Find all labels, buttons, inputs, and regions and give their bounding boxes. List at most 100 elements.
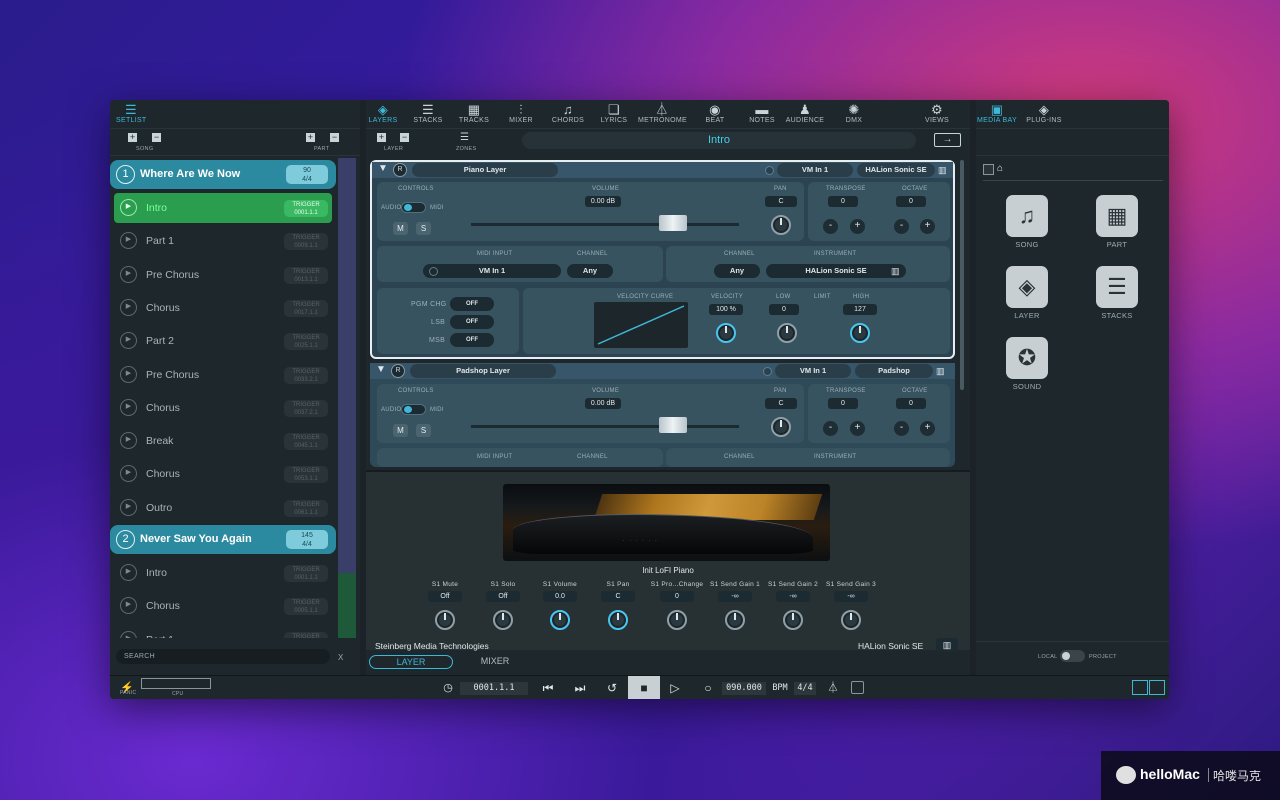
instrument-pill[interactable]: HALion Sonic SE	[857, 163, 935, 177]
part-icon[interactable]: ▦	[1096, 195, 1138, 237]
part-row[interactable]: ▶ Chorus TRIGGER 0017.1.1	[114, 293, 332, 323]
part-row[interactable]: ▶ Chorus TRIGGER 0037.2.1	[114, 393, 332, 423]
layout-right-button[interactable]	[1149, 680, 1165, 695]
select-checkbox[interactable]	[983, 164, 994, 175]
transpose-plus-button[interactable]: +	[850, 219, 865, 234]
part-row[interactable]: ▶ Intro TRIGGER 0001.1.1	[114, 193, 332, 223]
search-input[interactable]: SEARCH	[116, 649, 330, 664]
play-icon[interactable]: ▶	[120, 365, 137, 383]
play-icon[interactable]: ▶	[120, 597, 137, 615]
play-icon[interactable]: ▶	[120, 199, 137, 216]
mute-button[interactable]: M	[393, 222, 408, 235]
tab-metronome[interactable]: ⏃ METRONOME	[638, 103, 687, 125]
mute-button[interactable]: M	[393, 424, 408, 437]
zones-icon[interactable]: ☰	[460, 132, 472, 143]
instrument-keyboard-icon[interactable]: ▥	[891, 266, 900, 277]
tab-tracks[interactable]: ▦ TRACKS	[450, 103, 498, 125]
stacks-icon[interactable]: ☰	[1096, 266, 1138, 308]
bpm-display[interactable]: 090.000	[722, 682, 766, 695]
layer-name[interactable]: Piano Layer	[412, 163, 558, 177]
part-row[interactable]: ▶ Chorus TRIGGER 0005.1.1	[114, 591, 332, 621]
remove-layer-button[interactable]: −	[400, 133, 409, 142]
transpose-minus-button[interactable]: -	[823, 219, 838, 234]
octave-minus-button[interactable]: -	[894, 219, 909, 234]
part-row[interactable]: ▶ Part 1 TRIGGER0009.1.1	[114, 226, 332, 256]
record-arm-button[interactable]: R	[391, 364, 405, 378]
play-icon[interactable]: ▶	[120, 564, 137, 581]
stop-button[interactable]: ■	[628, 676, 660, 699]
setlist-tab[interactable]: ☰ SETLIST	[116, 103, 146, 125]
home-icon[interactable]: ⌂	[997, 163, 1003, 174]
part-row[interactable]: ▶ Intro TRIGGER 0001.1.1	[114, 558, 332, 588]
local-project-toggle[interactable]	[1060, 650, 1085, 662]
param-knob[interactable]	[841, 610, 861, 630]
transpose-plus-button[interactable]: +	[850, 421, 865, 436]
tab-stacks[interactable]: ☰ STACKS	[404, 103, 452, 125]
tab-mixer[interactable]: ⫶ MIXER	[497, 103, 545, 125]
param-knob[interactable]	[608, 610, 628, 630]
metronome-icon[interactable]: ⏃	[826, 680, 840, 696]
part-row[interactable]: ▶ Pre Chorus TRIGGER 0033.2.1	[114, 360, 332, 390]
add-layer-button[interactable]: +	[377, 133, 386, 142]
play-icon[interactable]: ▶	[120, 398, 137, 416]
velocity-curve-graph[interactable]	[594, 302, 688, 348]
forward-button[interactable]: ⏭	[572, 680, 588, 696]
output-channel-select[interactable]: Any	[714, 264, 760, 278]
param-knob[interactable]	[667, 610, 687, 630]
music-note-icon[interactable]: ♫	[1006, 195, 1048, 237]
rewind-button[interactable]: ⏮	[540, 680, 556, 696]
tab-layer[interactable]: LAYER	[369, 655, 453, 669]
keyboard-icon[interactable]: ▥	[938, 165, 947, 176]
collapse-icon[interactable]: ▼	[376, 364, 386, 375]
transpose-minus-button[interactable]: -	[823, 421, 838, 436]
remove-song-button[interactable]: −	[152, 133, 161, 142]
midi-input-pill[interactable]: VM In 1	[775, 364, 851, 378]
tab-views[interactable]: ⚙ VIEWS	[913, 103, 961, 125]
play-icon[interactable]: ▶	[120, 432, 137, 450]
next-part-button[interactable]: →	[934, 133, 961, 147]
song-row[interactable]: 2 Never Saw You Again 145 4/4	[110, 525, 336, 554]
clear-search-button[interactable]: X	[338, 653, 344, 662]
midi-channel-select[interactable]: Any	[567, 264, 613, 278]
play-icon[interactable]: ▶	[120, 332, 137, 350]
solo-button[interactable]: S	[416, 222, 431, 235]
plugins-tab[interactable]: ◈ PLUG-INS	[1024, 103, 1064, 125]
part-row[interactable]: ▶ Outro TRIGGER 0061.1.1	[114, 493, 332, 523]
layout-left-button[interactable]	[1132, 680, 1148, 695]
msb-toggle[interactable]: OFF	[450, 333, 494, 347]
play-icon[interactable]: ▶	[120, 630, 137, 638]
layers-icon[interactable]: ◈	[1006, 266, 1048, 308]
record-button[interactable]: ○	[700, 680, 716, 696]
velocity-knob[interactable]	[716, 323, 736, 343]
part-row[interactable]: ▶ Part 1 TRIGGER0009.1.1	[114, 625, 332, 638]
collapse-icon[interactable]: ▼	[378, 163, 388, 174]
plugin-keyboard-icon[interactable]: ▥	[936, 638, 958, 652]
tab-dmx[interactable]: ✺ DMX	[830, 103, 878, 125]
precount-checkbox[interactable]	[851, 681, 864, 694]
part-row[interactable]: ▶ Break TRIGGER 0045.1.1	[114, 426, 332, 456]
tab-audience[interactable]: ♟ AUDIENCE	[781, 103, 829, 125]
part-row[interactable]: ▶ Chorus TRIGGER 0053.1.1	[114, 459, 332, 489]
param-knob[interactable]	[435, 610, 455, 630]
octave-minus-button[interactable]: -	[894, 421, 909, 436]
instrument-select[interactable]: HALion Sonic SE	[766, 264, 906, 278]
part-row[interactable]: ▶ Part 2 TRIGGER 0025.1.1	[114, 326, 332, 356]
volume-fader-handle[interactable]	[659, 215, 687, 231]
sound-icon[interactable]: ✪	[1006, 337, 1048, 379]
lsb-toggle[interactable]: OFF	[450, 315, 494, 329]
layers-scrollbar[interactable]	[960, 160, 964, 390]
tab-mixer[interactable]: MIXER	[456, 655, 534, 669]
instrument-pill[interactable]: Padshop	[855, 364, 933, 378]
audio-midi-toggle[interactable]	[401, 202, 426, 213]
remove-part-button[interactable]: −	[330, 133, 339, 142]
song-row[interactable]: 1 Where Are We Now 90 4/4	[110, 160, 336, 189]
tab-layers[interactable]: ◈ LAYERS	[359, 103, 407, 125]
pgm-chg-toggle[interactable]: OFF	[450, 297, 494, 311]
layer-name[interactable]: Padshop Layer	[410, 364, 556, 378]
media-bay-tab[interactable]: ▣ MEDIA BAY	[977, 103, 1017, 125]
tab-chords[interactable]: ♫ CHORDS	[544, 103, 592, 125]
cycle-button[interactable]: ↺	[604, 680, 620, 696]
low-knob[interactable]	[777, 323, 797, 343]
param-knob[interactable]	[783, 610, 803, 630]
add-part-button[interactable]: +	[306, 133, 315, 142]
